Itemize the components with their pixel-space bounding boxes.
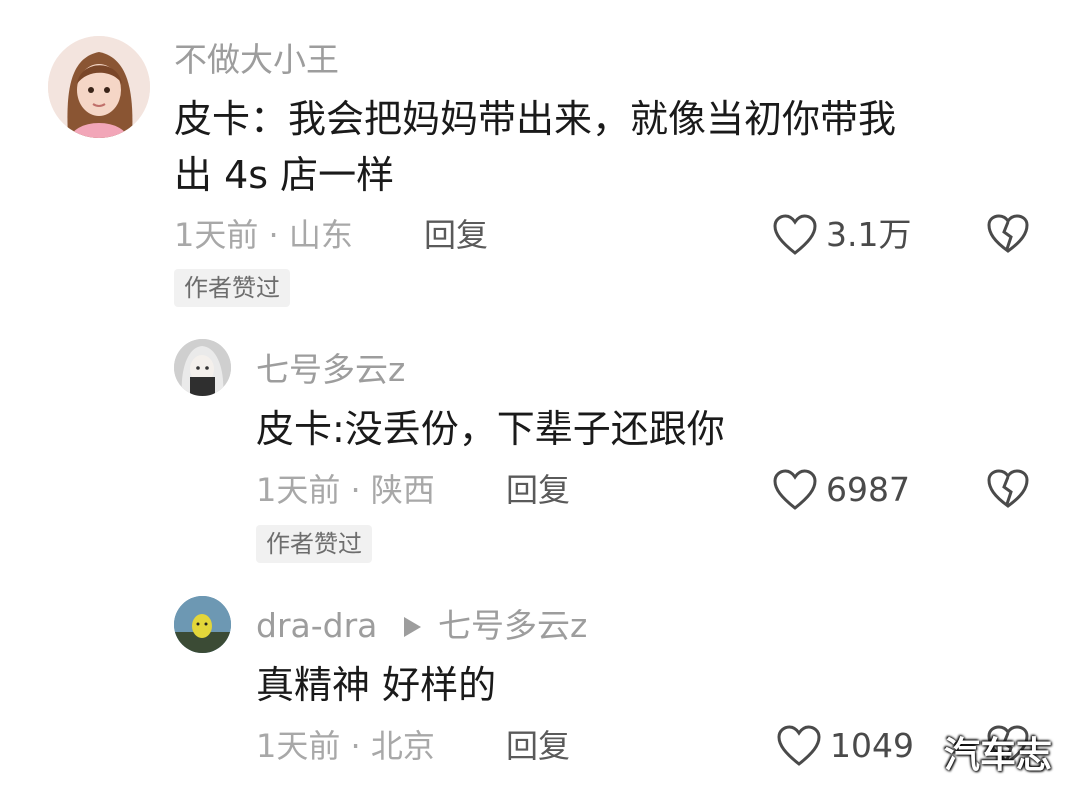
comment-username[interactable]: dra-dra — [256, 606, 377, 646]
comment-username[interactable]: 不做大小王 — [174, 40, 339, 80]
dislike-icon[interactable] — [986, 213, 1030, 255]
like-count: 6987 — [826, 470, 910, 509]
like-count: 1049 — [830, 726, 914, 765]
like-count: 3.1万 — [826, 215, 912, 254]
author-liked-badge: 作者赞过 — [174, 269, 290, 307]
reply-arrow-icon — [404, 617, 421, 637]
comment-time-location: 1天前 · 北京 — [256, 727, 435, 765]
heart-icon — [773, 469, 817, 510]
reply-button[interactable]: 回复 — [506, 726, 570, 766]
author-liked-badge: 作者赞过 — [256, 525, 372, 563]
watermark: 汽车志 — [944, 735, 1053, 776]
avatar[interactable] — [174, 596, 231, 653]
comment-time-location: 1天前 · 陕西 — [256, 471, 435, 509]
reply-button[interactable]: 回复 — [424, 215, 488, 255]
like-button[interactable]: 3.1万 — [772, 210, 932, 260]
comment-time-location: 1天前 · 山东 — [174, 216, 353, 254]
heart-icon — [773, 214, 817, 255]
like-button[interactable]: 6987 — [772, 465, 932, 515]
avatar-image — [174, 339, 231, 396]
comment-text: 皮卡：我会把妈妈带出来，就像当初你带我 — [174, 97, 897, 141]
like-button[interactable]: 1049 — [776, 721, 936, 771]
avatar-image — [174, 596, 231, 653]
comment-username[interactable]: 七号多云z — [256, 350, 405, 390]
reply-button[interactable]: 回复 — [506, 470, 570, 510]
avatar[interactable] — [174, 339, 231, 396]
comment-text: 皮卡:没丢份，下辈子还跟你 — [256, 407, 725, 451]
reply-to-username[interactable]: 七号多云z — [438, 606, 587, 646]
avatar-image — [48, 36, 150, 138]
comment-text: 真精神 好样的 — [256, 663, 497, 707]
dislike-icon[interactable] — [986, 468, 1030, 510]
heart-icon — [777, 725, 821, 766]
comment-text: 出 4s 店一样 — [174, 153, 395, 197]
avatar[interactable] — [48, 36, 150, 138]
